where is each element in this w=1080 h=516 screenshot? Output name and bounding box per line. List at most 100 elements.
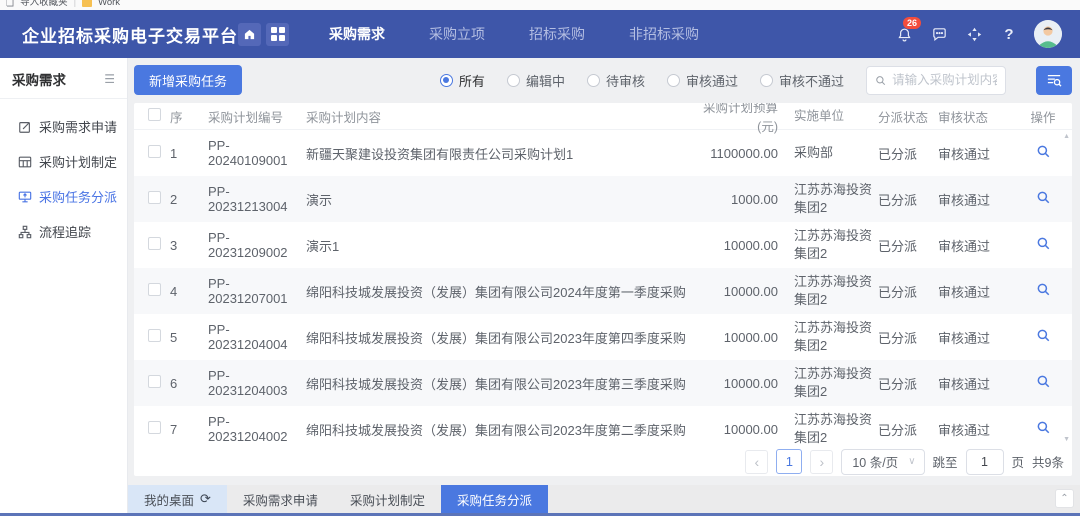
sidebar-item-process-track[interactable]: 流程追踪 — [0, 214, 127, 249]
menu-item-procurement-demand[interactable]: 采购需求 — [329, 24, 385, 44]
row-plan-content: 绵阳科技城发展投资（发展）集团有限公司2024年度第一季度采购 — [306, 282, 698, 301]
folder-icon — [82, 0, 92, 7]
app-title: 企业招标采购电子交易平台 — [22, 22, 238, 47]
row-budget: 10000.00 — [698, 330, 782, 345]
home-button[interactable] — [238, 23, 261, 46]
next-page-button[interactable]: › — [810, 450, 833, 474]
view-detail-icon[interactable] — [1036, 328, 1051, 343]
import-favorites-label[interactable]: 导入收藏夹 — [20, 0, 68, 10]
row-seq: 3 — [170, 238, 208, 253]
row-seq: 6 — [170, 376, 208, 391]
table-row: 2 PP-20231213004 演示 1000.00 江苏苏海投资集团2 已分… — [134, 176, 1072, 222]
user-avatar[interactable] — [1034, 20, 1062, 48]
jump-label: 跳至 — [933, 452, 958, 471]
sidebar-title: 采购需求 — [12, 69, 66, 89]
page-size-select[interactable]: 10 条/页 ∨ — [841, 449, 924, 475]
menu-item-bidding-procurement[interactable]: 招标采购 — [529, 24, 585, 44]
help-button[interactable]: ? — [999, 24, 1019, 44]
tab-plan-make[interactable]: 采购计划制定 — [334, 485, 441, 513]
filter-label: 审核通过 — [686, 71, 738, 90]
radio-icon — [760, 74, 773, 87]
radio-icon — [440, 74, 453, 87]
view-detail-icon[interactable] — [1036, 420, 1051, 435]
jump-page-input[interactable] — [966, 449, 1004, 475]
row-audit-status: 审核通过 — [938, 374, 1014, 393]
sidebar-item-plan-make[interactable]: 采购计划制定 — [0, 144, 127, 179]
fullscreen-button[interactable] — [964, 24, 984, 44]
search-input[interactable] — [892, 73, 997, 87]
chevron-down-icon: ∨ — [908, 456, 915, 467]
row-plan-content: 绵阳科技城发展投资（发展）集团有限公司2023年度第三季度采购 — [306, 374, 698, 393]
table-panel: 序 采购计划编号 采购计划内容 采购计划预算(元) 实施单位 分派状态 审核状态… — [134, 103, 1072, 476]
filter-all[interactable]: 所有 — [440, 71, 485, 90]
select-all-checkbox[interactable] — [148, 108, 161, 121]
sidebar-item-task-dispatch[interactable]: 采购任务分派 — [0, 179, 127, 214]
row-audit-status: 审核通过 — [938, 144, 1014, 163]
filter-audit-rejected[interactable]: 审核不通过 — [760, 71, 844, 90]
row-seq: 2 — [170, 192, 208, 207]
row-budget: 10000.00 — [698, 238, 782, 253]
table-header: 序 采购计划编号 采购计划内容 采购计划预算(元) 实施单位 分派状态 审核状态… — [134, 103, 1072, 130]
home-icon — [243, 28, 256, 41]
view-detail-icon[interactable] — [1036, 190, 1051, 205]
tab-task-dispatch[interactable]: 采购任务分派 — [441, 485, 548, 513]
filter-label: 所有 — [459, 71, 485, 90]
radio-icon — [507, 74, 520, 87]
sidebar-item-label: 流程追踪 — [39, 222, 91, 241]
filter-pending-audit[interactable]: 待审核 — [587, 71, 645, 90]
scrollbar-down-icon[interactable]: ▼ — [1063, 436, 1070, 444]
view-detail-icon[interactable] — [1036, 282, 1051, 297]
view-detail-icon[interactable] — [1036, 374, 1051, 389]
table-icon — [18, 155, 32, 169]
bookmark-folder-label[interactable]: Work — [98, 0, 120, 10]
row-plan-code: PP-20231209002 — [208, 230, 306, 260]
pagination: ‹ 1 › 10 条/页 ∨ 跳至 页 共9条 — [134, 447, 1072, 476]
tab-my-desktop[interactable]: 我的桌面 ⟳ — [128, 485, 227, 513]
notifications-button[interactable]: 26 — [894, 24, 914, 44]
scrollbar-up-icon[interactable]: ▲ — [1063, 133, 1070, 141]
row-checkbox[interactable] — [148, 191, 161, 204]
refresh-icon[interactable]: ⟳ — [200, 491, 211, 507]
add-task-button[interactable]: 新增采购任务 — [134, 65, 242, 95]
messages-button[interactable] — [929, 24, 949, 44]
row-seq: 1 — [170, 146, 208, 161]
table-row: 3 PP-20231209002 演示1 10000.00 江苏苏海投资集团2 … — [134, 222, 1072, 268]
sidebar-collapse-icon[interactable]: ☰ — [104, 72, 115, 86]
row-plan-content: 演示1 — [306, 236, 698, 255]
top-navbar: 企业招标采购电子交易平台 采购需求 采购立项 招标采购 非招标采购 26 ? — [0, 10, 1080, 58]
view-detail-icon[interactable] — [1036, 144, 1051, 159]
row-audit-status: 审核通过 — [938, 328, 1014, 347]
prev-page-button[interactable]: ‹ — [745, 450, 768, 474]
row-dispatch-status: 已分派 — [878, 420, 938, 439]
current-page-button[interactable]: 1 — [776, 449, 802, 474]
table-body: 1 PP-20240109001 新疆天聚建设投资集团有限责任公司采购计划1 1… — [134, 130, 1072, 447]
row-unit: 江苏苏海投资集团2 — [782, 181, 878, 216]
bookmarks-separator: | — [74, 0, 76, 10]
row-checkbox[interactable] — [148, 421, 161, 434]
collapse-icon: ⌃ — [1060, 493, 1068, 504]
collapse-tabbar-button[interactable]: ⌃ — [1055, 489, 1074, 508]
filter-audit-passed[interactable]: 审核通过 — [667, 71, 738, 90]
sidebar-item-label: 采购任务分派 — [39, 187, 117, 206]
row-budget: 10000.00 — [698, 422, 782, 437]
row-checkbox[interactable] — [148, 375, 161, 388]
filter-editing[interactable]: 编辑中 — [507, 71, 565, 90]
row-unit: 采购部 — [782, 144, 878, 162]
row-plan-content: 绵阳科技城发展投资（发展）集团有限公司2023年度第四季度采购 — [306, 328, 698, 347]
tab-label: 采购需求申请 — [243, 490, 318, 509]
apps-button[interactable] — [266, 23, 289, 46]
menu-item-procurement-initiation[interactable]: 采购立项 — [429, 24, 485, 44]
row-checkbox[interactable] — [148, 145, 161, 158]
row-budget: 1100000.00 — [698, 146, 782, 161]
view-detail-icon[interactable] — [1036, 236, 1051, 251]
row-checkbox[interactable] — [148, 329, 161, 342]
advanced-search-button[interactable] — [1036, 66, 1072, 95]
row-checkbox[interactable] — [148, 237, 161, 250]
apps-grid-icon — [271, 27, 285, 41]
menu-item-nonbidding-procurement[interactable]: 非招标采购 — [629, 24, 699, 44]
row-plan-code: PP-20231204002 — [208, 414, 306, 444]
sidebar-item-demand-apply[interactable]: 采购需求申请 — [0, 109, 127, 144]
jump-unit-label: 页 — [1012, 452, 1025, 471]
tab-demand-apply[interactable]: 采购需求申请 — [227, 485, 334, 513]
row-checkbox[interactable] — [148, 283, 161, 296]
